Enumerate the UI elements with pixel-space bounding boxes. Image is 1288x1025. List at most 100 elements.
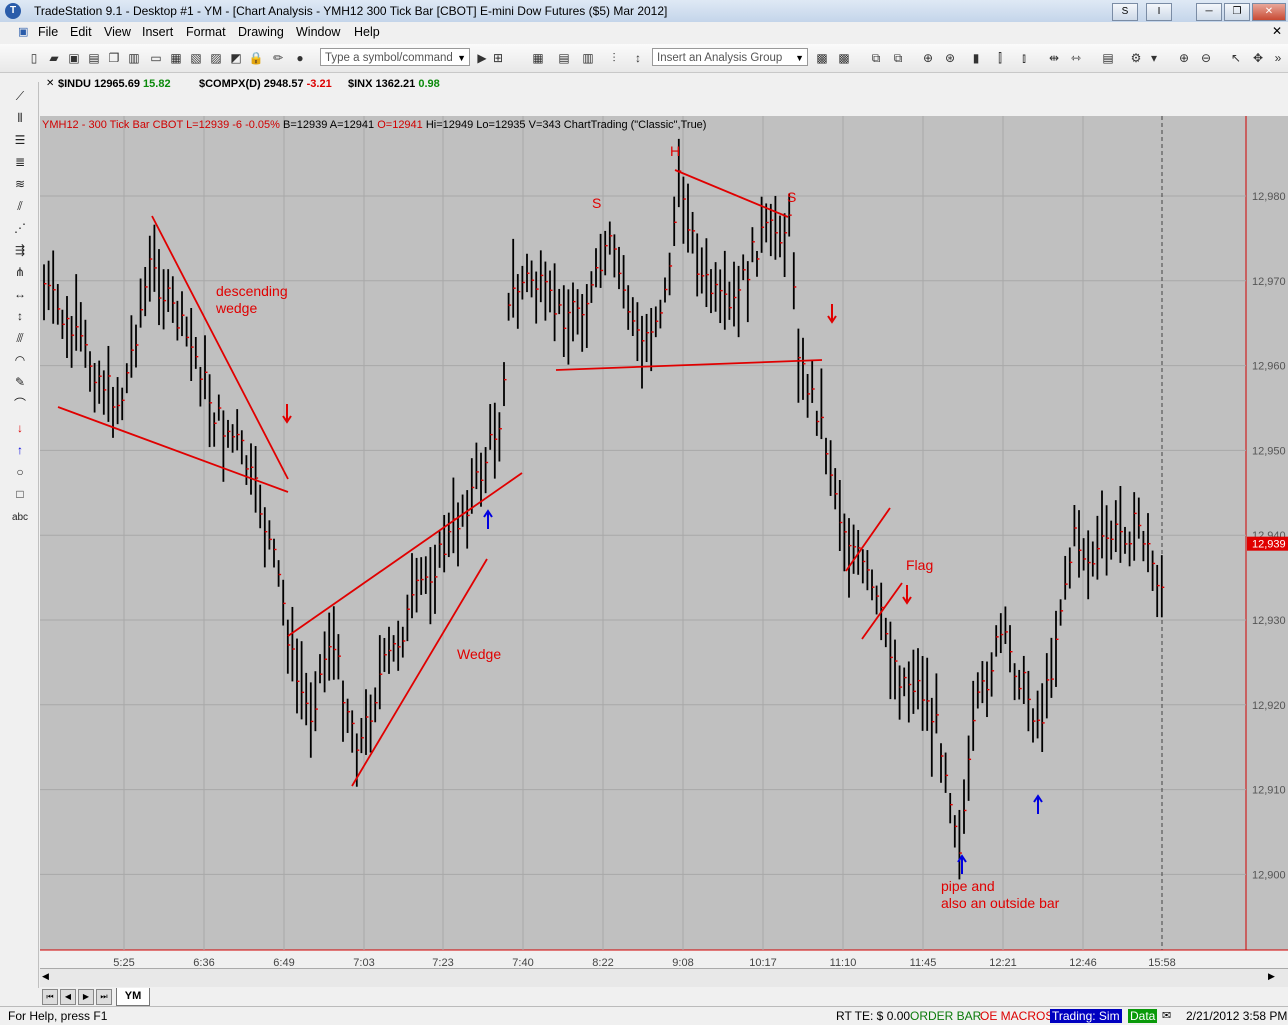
zoom-out-icon[interactable]: ⊖ <box>1198 50 1214 66</box>
zoom-in-icon[interactable]: ⊕ <box>1176 50 1192 66</box>
curve-icon[interactable]: ⌒ <box>11 396 29 412</box>
analysis-group-select[interactable]: Insert an Analysis Group ▼ <box>652 48 808 66</box>
price-bars-icon[interactable]: ⫿ <box>992 50 1008 66</box>
restore-button[interactable]: ❐ <box>1224 3 1250 21</box>
annotation-outside-bar[interactable]: also an outside bar <box>941 895 1060 911</box>
annotation-pipe[interactable]: pipe and <box>941 878 995 894</box>
quote-indu[interactable]: $INDU 12965.69 15.82 <box>58 78 171 90</box>
first-tab-icon[interactable]: ⏮ <box>42 989 58 1005</box>
prev-tab-icon[interactable]: ◀ <box>60 989 76 1005</box>
s-menu-button[interactable]: S <box>1112 3 1138 21</box>
scroll-right-icon[interactable]: ▶ <box>1268 971 1275 982</box>
email-icon[interactable]: ✉ <box>1162 1009 1171 1022</box>
color-icon[interactable]: ● <box>292 50 308 66</box>
chevron-down-icon[interactable]: ▼ <box>457 49 466 67</box>
chart-scrollbar[interactable]: ◀ ▶ <box>40 968 1288 987</box>
scroll-left-icon[interactable]: ◀ <box>42 971 49 982</box>
window-cascade-icon[interactable]: ⧉ <box>890 50 906 66</box>
price-levels-icon[interactable]: ≣ <box>11 154 29 170</box>
regression-icon[interactable]: ⇶ <box>11 242 29 258</box>
price-chart[interactable]: descending wedgeWedgeHS SFlagpipe andalso … <box>40 116 1288 972</box>
menu-drawing[interactable]: Drawing <box>238 25 284 39</box>
trading-mode-badge[interactable]: Trading: Sim <box>1050 1009 1122 1023</box>
chart-icon[interactable]: ▦ <box>530 50 546 66</box>
open-icon[interactable]: ▰ <box>46 50 62 66</box>
indicator-icon[interactable]: ▩ <box>814 50 830 66</box>
copy-icon[interactable]: ❐ <box>106 50 122 66</box>
quote-compx[interactable]: $COMPX(D) 2948.57 -3.21 <box>199 78 332 90</box>
paste-icon[interactable]: ▥ <box>126 50 142 66</box>
arc-icon[interactable]: ◠ <box>11 352 29 368</box>
scanner-icon[interactable]: ⊛ <box>942 50 958 66</box>
save-icon[interactable]: ▣ <box>66 50 82 66</box>
link-icon[interactable]: ✏ <box>270 50 286 66</box>
menu-format[interactable]: Format <box>186 25 226 39</box>
up-arrow-icon[interactable]: ↑ <box>11 442 29 458</box>
green-bar-icon[interactable]: ▮ <box>968 50 984 66</box>
symbol-lookup-icon[interactable]: ⊞ <box>490 50 506 66</box>
annotation-wedge[interactable]: Wedge <box>457 646 501 662</box>
symbol-input[interactable]: Type a symbol/command ▼ <box>320 48 470 66</box>
menu-view[interactable]: View <box>104 25 131 39</box>
print-icon[interactable]: ▦ <box>168 50 184 66</box>
menu-insert[interactable]: Insert <box>142 25 173 39</box>
new-icon[interactable]: ▯ <box>26 50 42 66</box>
gann-fan-icon[interactable]: ⫽ <box>11 198 29 214</box>
minimize-button[interactable]: ─ <box>1196 3 1222 21</box>
speed-lines-icon[interactable]: ⋰ <box>11 220 29 236</box>
insert-analysis-icon[interactable]: ↕ <box>630 50 646 66</box>
trendline-icon[interactable]: ⟋ <box>11 88 29 104</box>
menu-file[interactable]: File <box>38 25 58 39</box>
menu-window[interactable]: Window <box>296 25 340 39</box>
vertical-lines-icon[interactable]: ⦀ <box>11 110 29 126</box>
data-status-badge[interactable]: Data <box>1128 1009 1158 1023</box>
save-all-icon[interactable]: ▤ <box>86 50 102 66</box>
annotation-shoulder-right[interactable]: S <box>787 189 796 205</box>
settings-icon[interactable]: ⚙ <box>1128 50 1144 66</box>
format-icon[interactable]: ▨ <box>208 50 224 66</box>
matrix-icon[interactable]: ▥ <box>580 50 596 66</box>
annotation-head[interactable]: H <box>670 143 680 159</box>
last-tab-icon[interactable]: ⏭ <box>96 989 112 1005</box>
bar-chart-icon[interactable]: ⫶ <box>606 50 622 66</box>
chart-window[interactable]: descending wedge Wedge H S S Flag pipe and also … <box>40 116 1288 972</box>
tab-ym[interactable]: YM <box>116 988 150 1006</box>
i-menu-button[interactable]: I <box>1146 3 1172 21</box>
rectangle-icon[interactable]: □ <box>11 486 29 502</box>
data-window-icon[interactable]: ▤ <box>1100 50 1116 66</box>
window-tile-icon[interactable]: ⧉ <box>868 50 884 66</box>
down-arrow-icon[interactable]: ↓ <box>11 420 29 436</box>
quote-inx[interactable]: $INX 1362.21 0.98 <box>348 78 440 90</box>
go-arrow-icon[interactable]: ▶ <box>474 50 490 66</box>
close-icon[interactable]: ✕ <box>46 78 54 89</box>
close-button[interactable]: ✕ <box>1252 3 1286 21</box>
clear-icon[interactable]: ◩ <box>228 50 244 66</box>
annotation-shoulder-left[interactable]: S <box>592 195 601 211</box>
andrews-pitchfork-icon[interactable]: ⋔ <box>11 264 29 280</box>
chevron-down-icon[interactable]: ▼ <box>795 49 804 67</box>
text-icon[interactable]: abc <box>11 510 29 526</box>
horizontal-lines-icon[interactable]: ☰ <box>11 132 29 148</box>
window-close-icon[interactable]: ✕ <box>1272 24 1282 38</box>
pointer-icon[interactable]: ↖ <box>1228 50 1244 66</box>
bar-spacing-narrow-icon[interactable]: ⇿ <box>1068 50 1084 66</box>
menu-help[interactable]: Help <box>354 25 380 39</box>
menu-edit[interactable]: Edit <box>70 25 92 39</box>
channel-icon[interactable]: ⫻ <box>11 330 29 346</box>
next-tab-icon[interactable]: ▶ <box>78 989 94 1005</box>
properties-icon[interactable]: ▧ <box>188 50 204 66</box>
order-bar-button[interactable]: ORDER BAR <box>910 1009 981 1023</box>
radarscreen-icon[interactable]: ▤ <box>556 50 572 66</box>
oe-macros-button[interactable]: OE MACROS <box>980 1009 1053 1023</box>
more-icon[interactable]: » <box>1270 50 1286 66</box>
annotation-flag[interactable]: Flag <box>906 557 933 573</box>
print-preview-icon[interactable]: ▭ <box>148 50 164 66</box>
plot-area[interactable] <box>40 116 1246 950</box>
horizontal-line-icon[interactable]: ↔ <box>11 286 29 302</box>
strategy-icon[interactable]: ▩ <box>836 50 852 66</box>
fibonacci-icon[interactable]: ≋ <box>11 176 29 192</box>
drag-icon[interactable]: ✥ <box>1250 50 1266 66</box>
candle-icon[interactable]: ⫾ <box>1016 50 1032 66</box>
bar-spacing-icon[interactable]: ⇹ <box>1046 50 1062 66</box>
alert-icon[interactable]: ⊕ <box>920 50 936 66</box>
